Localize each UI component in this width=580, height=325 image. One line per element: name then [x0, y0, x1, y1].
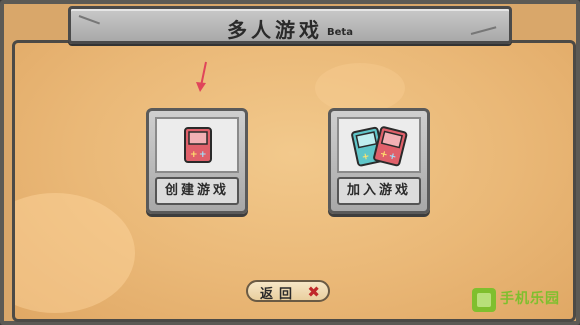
watermark-text: 手机乐园: [500, 291, 560, 307]
single-handheld-console-icon: + +: [184, 127, 212, 163]
create-game-button[interactable]: + + 创建游戏: [146, 108, 248, 214]
page-title: 多人游戏 Beta: [71, 14, 509, 43]
title-banner: 多人游戏 Beta: [68, 6, 512, 44]
join-game-icon-box: + + +: [337, 117, 421, 173]
join-game-label: 加入游戏: [337, 177, 421, 205]
back-button[interactable]: 返回 ✖: [246, 280, 330, 302]
page-title-label: 多人游戏: [227, 18, 324, 42]
game-frame: [0, 0, 580, 325]
svg-text:+: +: [199, 150, 207, 160]
pointer-arrow-icon: [196, 61, 207, 92]
background-stain: [15, 193, 135, 313]
svg-text:+: +: [190, 150, 198, 160]
create-game-icon-box: + +: [155, 117, 239, 173]
watermark-logo-icon: [472, 288, 496, 312]
watermark: 手机乐园: [470, 282, 574, 318]
close-x-icon: ✖: [307, 283, 320, 301]
join-game-button[interactable]: + + + 加入游戏: [328, 108, 430, 214]
background-stain: [315, 63, 405, 113]
two-handheld-consoles-icon: + + +: [351, 126, 408, 167]
beta-badge: Beta: [327, 27, 353, 38]
create-game-label: 创建游戏: [155, 177, 239, 205]
back-button-label: 返回: [260, 287, 299, 302]
